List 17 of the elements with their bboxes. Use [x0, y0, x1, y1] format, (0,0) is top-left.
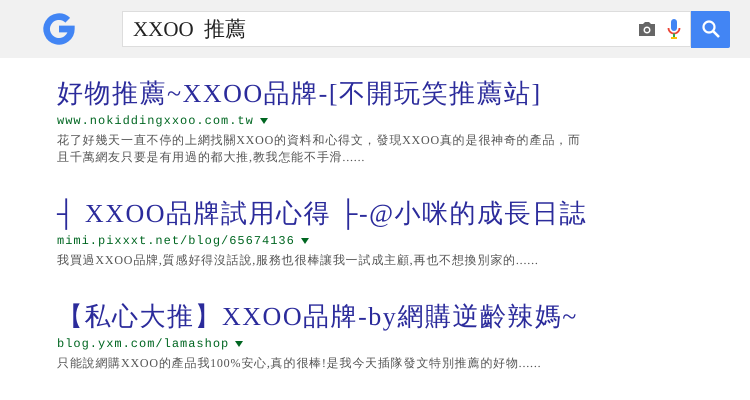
result-snippet: 只能說網購XXOO的產品我100%安心,真的很棒!是我今天插隊發文特別推薦的好物......: [57, 355, 542, 372]
camera-icon[interactable]: [637, 21, 657, 37]
result-title-link[interactable]: 【私心大推】XXOO品牌-by網購逆齡辣媽~: [57, 299, 578, 335]
search-icon: [700, 19, 720, 39]
result-title-link[interactable]: ┤ XXOO品牌試用心得 ├-@小咪的成長日誌: [57, 196, 588, 232]
search-button[interactable]: [691, 10, 730, 48]
result-snippet: 花了好幾天一直不停的上網找關XXOO的資料和心得文，發現XXOO真的是很神奇的產品，而且千萬網友只要是有用過的都大推,教我怎能不手滑......: [57, 132, 582, 166]
result-url: www.nokiddingxxoo.com.tw: [57, 114, 254, 128]
result-url: blog.yxm.com/lamashop: [57, 337, 230, 351]
search-field[interactable]: XXOO 推薦: [122, 11, 691, 47]
result-url: mimi.pixxxt.net/blog/65674136: [57, 234, 295, 248]
result-snippet: 我買過XXOO品牌,質感好得沒話說,服務也很棒讓我一試成主顧,再也不想換別家的......: [57, 252, 540, 269]
caret-icon[interactable]: [235, 341, 244, 347]
result-title-link[interactable]: 好物推薦~XXOO品牌-[不開玩笑推薦站]: [57, 76, 542, 112]
caret-icon[interactable]: [300, 238, 309, 244]
microphone-icon[interactable]: [667, 18, 681, 40]
caret-icon[interactable]: [260, 118, 268, 124]
